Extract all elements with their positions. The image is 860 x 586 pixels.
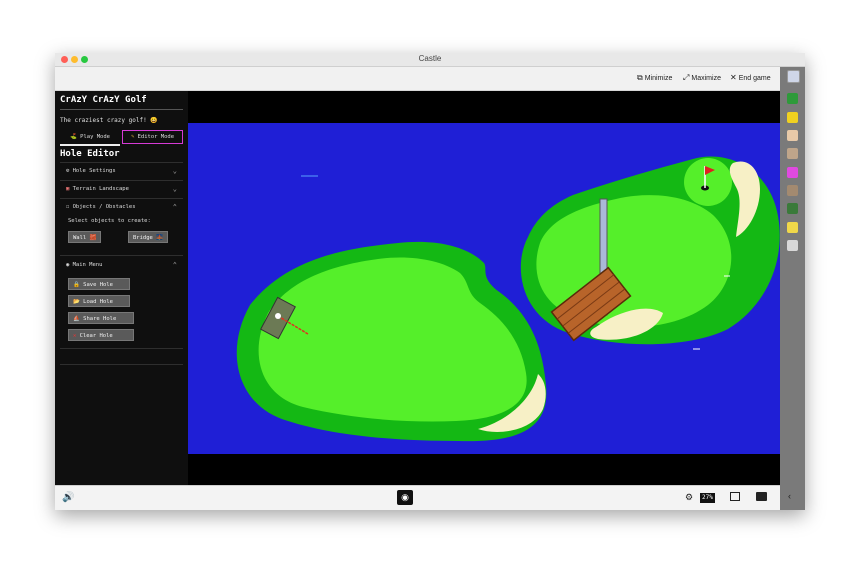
participants-bar: ‹: [780, 67, 805, 510]
avatar[interactable]: [787, 167, 798, 178]
camera-button[interactable]: ◉: [397, 490, 413, 505]
editor-sidebar: CrAzY CrAzY Golf The craziest crazy golf…: [55, 91, 188, 485]
hole-settings-row[interactable]: ⚙ Hole Settings ⌄: [60, 163, 183, 179]
bottom-bar: 🔊 ◉ ⚙ 27%: [55, 485, 780, 510]
share-icon: ⛵: [73, 316, 80, 322]
chip-icon: ⚙: [685, 492, 694, 502]
terminal-icon[interactable]: [730, 492, 740, 501]
main-menu-row[interactable]: ◉ Main Menu ⌃: [60, 257, 183, 273]
toolbar: ⧉ Minimize ⤢ Maximize ✕ End game: [55, 67, 780, 91]
golf-icon: ⛳: [70, 134, 77, 140]
objects-obstacles-row[interactable]: ☐ Objects / Obstacles ⌃: [60, 199, 183, 215]
chevron-down-icon: ⌄: [172, 167, 177, 175]
game-canvas[interactable]: [188, 91, 780, 485]
castle-logo-icon[interactable]: [787, 70, 800, 83]
save-hole-label: Save Hole: [83, 282, 113, 288]
x-icon: ✕: [73, 333, 77, 339]
briefcase-icon[interactable]: [756, 492, 767, 501]
editor-mode-tab[interactable]: ✎ Editor Mode: [122, 130, 183, 144]
window-title: Castle: [418, 54, 442, 63]
editor-mode-label: Editor Mode: [137, 134, 175, 140]
main-menu-label: Main Menu: [72, 262, 103, 268]
minimize-button[interactable]: ⧉ Minimize: [637, 73, 672, 83]
chevron-down-icon: ⌄: [172, 185, 177, 193]
avatar[interactable]: [787, 148, 798, 159]
avatar[interactable]: [787, 130, 798, 141]
hole-editor-heading: Hole Editor: [60, 149, 120, 159]
bridge-button[interactable]: Bridge 🌉: [128, 231, 169, 243]
end-game-button[interactable]: ✕ End game: [730, 73, 771, 82]
chevron-up-icon: ⌃: [172, 261, 177, 269]
app-window: Castle ⧉ Minimize ⤢ Maximize ✕ End game CrA…: [55, 53, 805, 510]
play-mode-tab[interactable]: ⛳ Play Mode: [60, 130, 120, 146]
share-hole-label: Share Hole: [83, 316, 117, 322]
maximize-icon: ⤢: [683, 73, 690, 82]
load-icon: 📂: [73, 299, 80, 305]
hole-settings-label: Hole Settings: [72, 168, 116, 174]
terrain-icon: ▣: [66, 186, 70, 192]
avatar[interactable]: [787, 185, 798, 196]
terrain-landscape-label: Terrain Landscape: [72, 186, 129, 192]
green: [684, 158, 732, 206]
title-bar: Castle: [55, 53, 805, 67]
chevron-up-icon: ⌃: [172, 203, 177, 211]
editor-icon: ✎: [130, 134, 135, 140]
objects-obstacles-label: Objects / Obstacles: [72, 204, 136, 210]
save-hole-button[interactable]: 🔒 Save Hole: [68, 278, 130, 290]
avatar[interactable]: [787, 203, 798, 214]
objects-hint: Select objects to create:: [68, 218, 151, 224]
minimize-icon: ⧉: [637, 73, 643, 82]
wall-button[interactable]: Wall 🧱: [68, 231, 102, 243]
minimize-label: Minimize: [644, 75, 673, 82]
volume-icon[interactable]: 🔊: [62, 492, 74, 503]
divider: [60, 109, 183, 110]
avatar[interactable]: [787, 240, 798, 251]
gear-icon: ⚙: [66, 168, 70, 174]
globe-icon: ◉: [66, 262, 70, 268]
end-game-label: End game: [738, 75, 771, 82]
maximize-button[interactable]: ⤢ Maximize: [683, 73, 721, 83]
avatar[interactable]: [787, 93, 798, 104]
share-hole-button[interactable]: ⛵ Share Hole: [68, 312, 134, 324]
clear-hole-label: Clear Hole: [79, 333, 113, 339]
golf-course: [188, 123, 780, 454]
divider: [60, 364, 183, 365]
close-icon: ✕: [730, 73, 737, 82]
avatar[interactable]: [787, 112, 798, 123]
divider: [60, 348, 183, 349]
chevron-left-icon[interactable]: ‹: [788, 491, 791, 501]
maximize-label: Maximize: [691, 75, 721, 82]
square-icon: ☐: [66, 204, 70, 210]
load-hole-label: Load Hole: [83, 299, 113, 305]
game-subtitle: The craziest crazy golf! 😀: [60, 117, 158, 124]
clear-hole-button[interactable]: ✕ Clear Hole: [68, 329, 134, 341]
game-title: CrAzY CrAzY Golf: [60, 95, 147, 105]
golf-ball[interactable]: [275, 313, 281, 319]
divider: [60, 255, 183, 256]
camera-icon: ◉: [401, 492, 409, 502]
save-icon: 🔒: [73, 282, 80, 288]
cpu-usage: 27%: [700, 493, 715, 503]
load-hole-button[interactable]: 📂 Load Hole: [68, 295, 130, 307]
play-mode-label: Play Mode: [80, 134, 110, 140]
avatar[interactable]: [787, 222, 798, 233]
terrain-landscape-row[interactable]: ▣ Terrain Landscape ⌄: [60, 181, 183, 197]
